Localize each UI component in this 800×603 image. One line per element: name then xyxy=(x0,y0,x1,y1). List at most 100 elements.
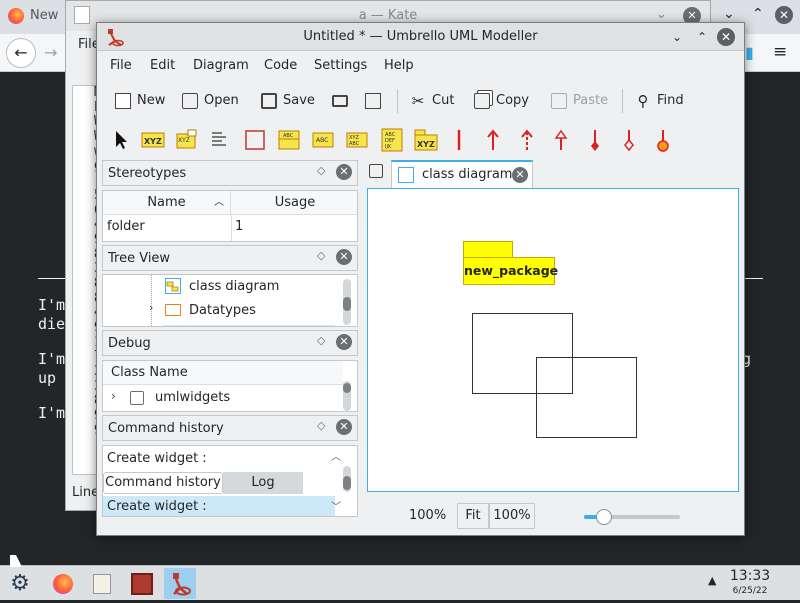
kate-taskbar-icon[interactable] xyxy=(86,568,118,599)
scrollbar[interactable] xyxy=(343,466,351,492)
find-button[interactable]: ⚲ Find xyxy=(635,85,684,117)
box-tool-icon[interactable] xyxy=(243,128,267,152)
association-arrow-icon[interactable] xyxy=(481,128,505,152)
show-desktop-button[interactable] xyxy=(784,566,800,601)
zoom-slider-handle[interactable] xyxy=(596,509,612,525)
browser-tab-label[interactable]: New xyxy=(30,8,58,23)
column-header-class-name[interactable]: Class Name xyxy=(103,361,343,385)
entity-tool-icon[interactable]: ABC xyxy=(277,128,301,152)
minimize-icon[interactable]: ⌄ xyxy=(656,7,667,22)
tree-item-class-diagram[interactable]: class diagram xyxy=(189,277,279,297)
tree-item-datatypes[interactable]: Datatypes xyxy=(189,301,256,321)
aggregation-arrow-icon[interactable] xyxy=(617,128,641,152)
float-icon[interactable]: ◇ xyxy=(317,164,325,177)
terminal-taskbar-icon[interactable] xyxy=(126,568,158,599)
class-tool-icon[interactable]: XYZ xyxy=(141,128,165,152)
clipboard-icon xyxy=(551,92,567,109)
cut-button[interactable]: ✂ Cut xyxy=(410,85,455,117)
package-tool-icon[interactable]: XYZ xyxy=(414,128,438,152)
diagram-canvas[interactable]: new_package xyxy=(367,188,739,492)
box-shape[interactable] xyxy=(536,357,637,438)
line-tool-icon[interactable] xyxy=(447,128,471,152)
package-new-package[interactable]: new_package xyxy=(463,257,558,285)
menu-edit[interactable]: Edit xyxy=(150,53,175,79)
menu-diagram[interactable]: Diagram xyxy=(193,53,249,79)
class-diagram-icon xyxy=(398,167,414,183)
close-icon[interactable]: ✕ xyxy=(336,334,352,350)
application-launcher-icon[interactable]: ⚙ xyxy=(4,568,36,599)
print-button[interactable] xyxy=(332,85,354,117)
select-arrow-icon[interactable] xyxy=(109,128,133,152)
column-header-usage[interactable]: Usage xyxy=(231,191,357,215)
scrollbar[interactable] xyxy=(343,279,351,325)
shield-icon[interactable]: ▮ xyxy=(745,43,754,62)
dependency-arrow-icon[interactable] xyxy=(515,128,539,152)
history-row[interactable]: Create widget : xyxy=(107,448,207,470)
menu-settings[interactable]: Settings xyxy=(314,53,367,79)
composition-arrow-icon[interactable] xyxy=(583,128,607,152)
enum-tool-icon[interactable]: ABC xyxy=(311,128,335,152)
fit-button[interactable]: Fit xyxy=(457,503,489,529)
clock-date[interactable]: 6/25/22 xyxy=(728,586,772,596)
search-icon: ⚲ xyxy=(637,91,649,110)
print-preview-button[interactable] xyxy=(365,85,387,117)
command-history-dock: Command history ◇ ✕ Create widget : ︿ Co… xyxy=(102,415,358,519)
component-tool-icon[interactable]: ABC DEF IJK xyxy=(380,128,404,152)
new-button[interactable]: New xyxy=(115,85,165,117)
close-icon[interactable]: ✕ xyxy=(336,249,352,265)
close-icon[interactable]: ✕ xyxy=(336,419,352,435)
maximize-icon[interactable]: ⌃ xyxy=(693,28,711,46)
copy-button[interactable]: Copy xyxy=(474,85,529,117)
minimize-icon[interactable]: ⌄ xyxy=(723,6,735,22)
clock-time[interactable]: 13:33 xyxy=(728,568,772,584)
tray-expand-icon[interactable]: ▲ xyxy=(708,574,716,587)
umbrello-taskbar-icon[interactable] xyxy=(164,568,196,599)
maximize-icon[interactable]: ⌃ xyxy=(752,6,764,22)
arrow-right-icon[interactable]: → xyxy=(44,43,57,62)
float-icon[interactable]: ◇ xyxy=(317,249,325,262)
main-toolbar: New Open Save ✂ Cut Copy Paste ⚲ Find xyxy=(97,85,744,117)
float-icon[interactable]: ◇ xyxy=(317,419,325,432)
datatype-tool-icon[interactable]: XYZ ABC xyxy=(345,128,369,152)
uml-tools-toolbar: XYZ XYZ ABC ABC XYZ ABC ABC DEF IJK XYZ xyxy=(97,123,744,157)
text-lines-icon[interactable] xyxy=(207,128,231,152)
firefox-icon[interactable] xyxy=(47,568,79,599)
open-button[interactable]: Open xyxy=(182,85,239,117)
close-icon[interactable]: ✕ xyxy=(512,167,528,183)
generalization-arrow-icon[interactable] xyxy=(549,128,573,152)
menu-help[interactable]: Help xyxy=(384,53,414,79)
chevron-right-icon[interactable]: › xyxy=(149,301,153,314)
float-icon[interactable]: ◇ xyxy=(317,334,325,347)
checkbox[interactable] xyxy=(130,391,144,405)
arrow-left-icon[interactable]: ← xyxy=(6,38,36,68)
menu-code[interactable]: Code xyxy=(264,53,297,79)
save-button[interactable]: Save xyxy=(261,85,315,117)
close-icon[interactable]: ✕ xyxy=(336,164,352,180)
column-header-name[interactable]: Name ︿ xyxy=(103,191,231,215)
scrollbar[interactable] xyxy=(343,381,351,411)
debug-item-umlwidgets[interactable]: umlwidgets xyxy=(155,388,230,408)
tab-class-diagram[interactable]: class diagram ✕ xyxy=(391,160,533,188)
paste-button[interactable]: Paste xyxy=(551,85,608,117)
tab-log[interactable]: Log xyxy=(223,472,303,494)
chevron-right-icon[interactable]: › xyxy=(111,389,116,403)
chevron-up-icon[interactable]: ︿ xyxy=(331,448,341,463)
chevron-down-icon[interactable]: ﹀ xyxy=(331,498,341,513)
class-diagram-icon xyxy=(165,278,181,294)
tab-command-history[interactable]: Command history xyxy=(103,472,223,494)
close-icon[interactable]: ✕ xyxy=(775,6,793,24)
close-icon[interactable]: ✕ xyxy=(717,28,735,46)
column-divider xyxy=(231,215,232,241)
terminal-line: die xyxy=(38,315,66,333)
hamburger-icon[interactable]: ≡ xyxy=(773,42,787,62)
new-tab-icon[interactable] xyxy=(369,164,383,178)
zoom-reset-button[interactable]: 100% xyxy=(489,503,535,529)
history-row-selected[interactable]: Create widget : xyxy=(103,496,335,516)
containment-arrow-icon[interactable] xyxy=(651,128,675,152)
minimize-icon[interactable]: ⌄ xyxy=(668,28,686,46)
table-cell-name[interactable]: folder xyxy=(107,217,145,237)
menu-file[interactable]: File xyxy=(110,53,132,79)
interface-tool-icon[interactable]: XYZ xyxy=(174,128,198,152)
save-icon xyxy=(261,92,277,109)
table-cell-usage[interactable]: 1 xyxy=(235,217,243,237)
